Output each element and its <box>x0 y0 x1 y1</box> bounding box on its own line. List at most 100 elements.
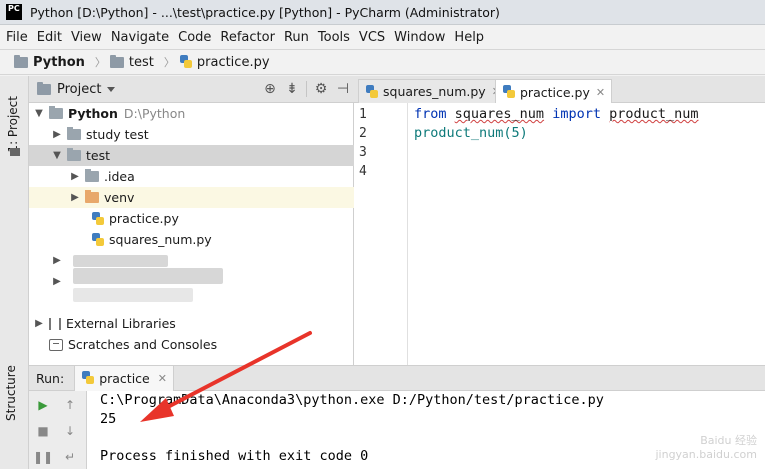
chevron-right-icon[interactable]: ▶ <box>51 129 63 140</box>
hide-panel-icon[interactable]: ⊣ <box>332 78 354 100</box>
line-number: 4 <box>359 164 367 179</box>
rerun-icon[interactable]: ▶ <box>35 397 51 413</box>
project-panel-actions: ⊕ ⇟ ⚙ ⊣ <box>259 76 354 102</box>
console-line: Process finished with exit code 0 <box>100 448 369 464</box>
divider <box>306 81 307 97</box>
tree-row-practice[interactable]: practice.py <box>29 208 354 229</box>
folder-icon <box>67 148 81 161</box>
tree-label: External Libraries <box>66 316 176 331</box>
scroll-up-icon[interactable]: ↑ <box>62 397 78 413</box>
title-bar: PC Python [D:\Python] - ...\test\practic… <box>0 0 765 25</box>
tree-label: test <box>86 148 111 163</box>
structure-tool-tab[interactable]: Structure <box>4 365 18 421</box>
project-tool-tab-label: 1: Project <box>6 96 20 153</box>
project-tool-tab[interactable]: 1: Project <box>6 86 24 222</box>
stop-icon[interactable]: ■ <box>35 423 51 439</box>
menu-navigate[interactable]: Navigate <box>111 30 169 45</box>
chevron-down-icon[interactable]: ▼ <box>51 150 63 161</box>
chevron-right-icon[interactable]: ▶ <box>33 318 45 329</box>
close-icon[interactable]: ✕ <box>596 86 605 99</box>
collapse-all-icon[interactable]: ⇟ <box>281 78 303 100</box>
tree-row-test[interactable]: ▼ test <box>29 145 354 166</box>
folder-icon <box>109 54 124 68</box>
tree-label: study test <box>86 127 149 142</box>
menu-view[interactable]: View <box>71 30 102 45</box>
breadcrumb-label: Python <box>33 54 85 70</box>
chevron-right-icon[interactable]: ▶ <box>51 276 63 287</box>
tree-row-idea[interactable]: ▶ .idea <box>29 166 354 187</box>
locate-file-icon[interactable]: ⊕ <box>259 78 281 100</box>
imported-name: product_num <box>609 106 699 122</box>
tree-row-squares-num[interactable]: squares_num.py <box>29 229 354 250</box>
breadcrumb: Python 〉 test 〉 practice.py <box>0 49 765 75</box>
soft-wrap-icon[interactable]: ↵ <box>62 449 78 465</box>
line-number: 1 <box>359 107 367 122</box>
tree-row-venv[interactable]: ▶ venv <box>29 187 354 208</box>
tree-label: .idea <box>104 169 135 184</box>
project-tree: ▼ Python D:\Python ▶ study test ▼ test ▶… <box>29 103 354 365</box>
chevron-right-icon[interactable]: ▶ <box>69 192 81 203</box>
folder-icon <box>85 169 99 182</box>
chevron-right-icon[interactable]: ▶ <box>69 171 81 182</box>
menu-tools[interactable]: Tools <box>318 30 350 45</box>
tree-label: Scratches and Consoles <box>68 337 218 352</box>
tree-row-root[interactable]: ▼ Python D:\Python <box>29 103 354 124</box>
close-icon[interactable]: ✕ <box>158 372 167 385</box>
run-panel-header: Run: practice ✕ <box>29 365 765 391</box>
excluded-folder-icon <box>85 190 99 203</box>
menu-bar: File Edit View Navigate Code Refactor Ru… <box>0 25 765 49</box>
breadcrumb-separator-icon: 〉 <box>163 56 175 69</box>
root-path: D:\Python <box>123 106 186 121</box>
breadcrumb-item-practice[interactable]: practice.py <box>179 55 270 70</box>
chevron-down-icon <box>107 86 116 92</box>
breadcrumb-item-python[interactable]: Python <box>14 54 85 70</box>
tree-row-study-test[interactable]: ▶ study test <box>29 124 354 145</box>
tree-label: squares_num.py <box>109 232 212 247</box>
code-editor[interactable]: from squares_num import product_num prod… <box>408 103 765 365</box>
tab-squares-num[interactable]: squares_num.py ✕ <box>358 79 508 103</box>
project-view-selector[interactable]: Project <box>37 81 116 97</box>
root-name: Python <box>68 106 118 121</box>
menu-window[interactable]: Window <box>394 30 445 45</box>
menu-run[interactable]: Run <box>284 30 309 45</box>
line-number: 2 <box>359 126 367 141</box>
line-number: 3 <box>359 145 367 160</box>
menu-edit[interactable]: Edit <box>37 30 62 45</box>
left-tool-strip: 1: Project Structure <box>0 76 29 469</box>
pause-icon[interactable]: ❚❚ <box>33 449 53 465</box>
menu-refactor[interactable]: Refactor <box>220 30 275 45</box>
python-file-icon <box>365 84 379 99</box>
menu-code[interactable]: Code <box>178 30 211 45</box>
blurred-content <box>73 255 168 267</box>
editor-gutter: 1 2 3 4 <box>354 103 408 365</box>
menu-help[interactable]: Help <box>454 30 484 45</box>
run-toolbar: ▶ ↑ ■ ↓ ❚❚ ↵ <box>29 391 87 469</box>
tree-row-scratches[interactable]: Scratches and Consoles <box>29 334 354 355</box>
menu-vcs[interactable]: VCS <box>359 30 385 45</box>
chevron-down-icon[interactable]: ▼ <box>33 108 45 119</box>
keyword: import <box>552 106 601 122</box>
keyword: from <box>414 106 447 122</box>
breadcrumb-item-test[interactable]: test <box>109 54 154 70</box>
menu-file[interactable]: File <box>6 30 28 45</box>
gear-icon[interactable]: ⚙ <box>310 78 332 100</box>
tab-run-practice[interactable]: practice ✕ <box>74 365 174 391</box>
tab-practice[interactable]: practice.py ✕ <box>495 79 613 104</box>
tree-row-external-libraries[interactable]: ▶ External Libraries <box>29 313 354 334</box>
console-line: 25 <box>100 411 117 427</box>
blurred-content <box>73 288 193 302</box>
blurred-content <box>73 268 223 284</box>
python-file-icon <box>91 211 105 226</box>
breadcrumb-label: practice.py <box>196 54 270 70</box>
project-panel-title: Project <box>57 81 102 97</box>
breadcrumb-separator-icon: 〉 <box>94 56 106 69</box>
project-tool-icon <box>10 148 20 156</box>
chevron-right-icon[interactable]: ▶ <box>51 255 63 266</box>
module-name: squares_num <box>454 106 545 122</box>
watermark-line: Baidu 经验 <box>700 434 757 447</box>
folder-icon <box>49 106 63 119</box>
watermark: Baidu 经验 jingyan.baidu.com <box>655 432 757 461</box>
console-line: C:\ProgramData\Anaconda3\python.exe D:/P… <box>100 392 604 408</box>
scroll-down-icon[interactable]: ↓ <box>62 423 78 439</box>
python-file-icon <box>502 85 516 99</box>
